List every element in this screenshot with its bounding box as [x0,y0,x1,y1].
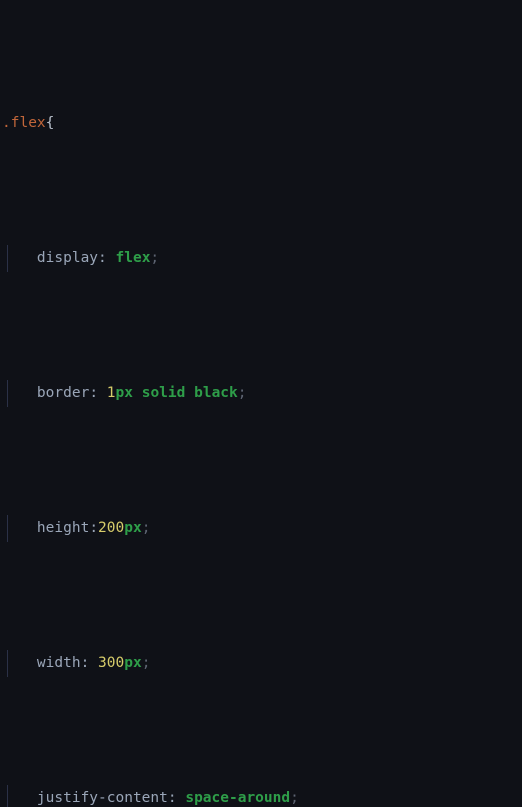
property-display: display [36,250,99,266]
semicolon: ; [290,790,299,806]
indent-guide [7,785,8,807]
code-line[interactable]: display: flex; [0,245,522,272]
value-border-color: black [194,385,238,401]
colon: : [98,250,116,266]
indent-guide [7,650,8,677]
code-editor[interactable]: .flex{ display: flex; border: 1px solid … [0,0,522,807]
colon: : [80,655,99,671]
value-height-number: 200 [98,520,125,536]
value-width-unit: px [124,655,142,671]
colon: : [89,385,107,401]
code-line[interactable]: width: 300px; [0,650,522,677]
semicolon: ; [150,250,160,266]
code-line[interactable]: justify-content: space-around; [0,785,522,807]
code-line[interactable]: .flex{ [0,110,522,137]
value-width-number: 300 [98,655,125,671]
code-line[interactable]: height:200px; [0,515,522,542]
semicolon: ; [237,385,247,401]
value-height-unit: px [124,520,142,536]
value-border-style: solid [141,385,186,401]
property-justify-content: justify-content [36,790,168,806]
colon: : [89,520,99,536]
property-width: width [36,655,81,671]
property-border: border [36,385,90,401]
open-brace: { [45,115,55,131]
semicolon: ; [141,520,151,536]
code-line[interactable]: border: 1px solid black; [0,380,522,407]
value-border-width-unit: px [115,385,133,401]
indent-guide [7,515,8,542]
indent-guide [7,380,8,407]
semicolon: ; [141,655,151,671]
value-space-around: space-around [185,790,291,806]
colon: : [167,790,186,806]
code-content[interactable]: .flex{ display: flex; border: 1px solid … [0,0,522,807]
value-border-width-number: 1 [106,385,116,401]
selector-flex: .flex [2,115,46,131]
property-height: height [36,520,90,536]
indent-guide [7,245,8,272]
value-flex: flex [115,250,151,266]
